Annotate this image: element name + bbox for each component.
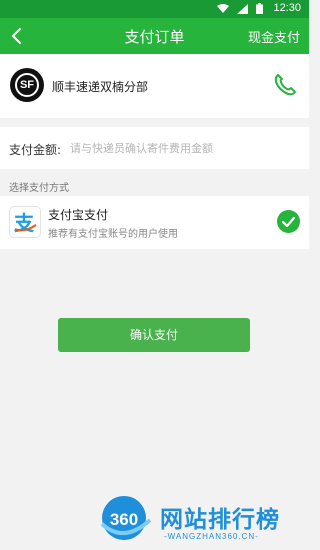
status-icons (217, 3, 263, 14)
amount-input[interactable] (70, 137, 300, 159)
signal-icon (237, 3, 248, 14)
courier-row: SF 顺丰速递双楠分部 (0, 54, 309, 118)
check-icon[interactable] (277, 210, 300, 233)
status-time: 12:30 (273, 2, 301, 14)
phone-icon[interactable] (271, 71, 299, 99)
confirm-payment-button[interactable]: 确认支付 (58, 318, 250, 352)
watermark-subtitle: -WANGZHAN360.CN- (164, 532, 259, 541)
sf-logo-text: SF (15, 73, 39, 97)
amount-row: 支付金额: (0, 127, 309, 169)
watermark-badge-text: 360 (110, 510, 138, 529)
cash-payment-button[interactable]: 现金支付 (248, 27, 300, 46)
watermark: 360 网站排行榜 -WANGZHAN360.CN- (98, 494, 309, 550)
payment-method-subtitle: 推荐有支付宝账号的用户使用 (48, 229, 178, 240)
svg-text:支: 支 (14, 211, 35, 235)
payment-method-alipay[interactable]: 支 支付宝支付 推荐有支付宝账号的用户使用 (0, 196, 309, 249)
amount-label: 支付金额: (9, 143, 62, 157)
watermark-title: 网站排行榜 (160, 507, 280, 533)
courier-name: 顺丰速递双楠分部 (52, 80, 149, 94)
battery-icon (256, 3, 263, 14)
wifi-icon (217, 3, 229, 13)
sf-express-logo: SF (10, 68, 44, 102)
360-badge-icon: 360 (100, 496, 152, 540)
payment-method-title: 支付宝支付 (48, 208, 109, 222)
status-bar: 12:30 (0, 0, 309, 18)
payment-section-title: 选择支付方式 (9, 183, 69, 194)
alipay-icon: 支 (9, 206, 41, 238)
app-bar: 支付订单 现金支付 (0, 18, 309, 54)
